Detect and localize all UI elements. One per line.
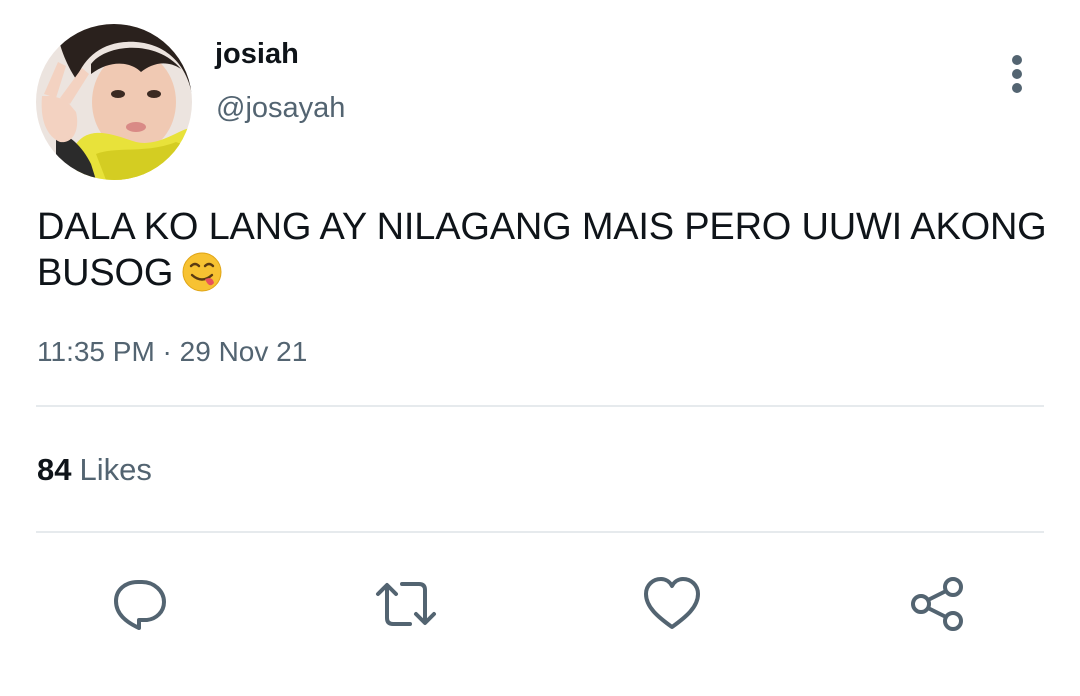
avatar[interactable] (36, 24, 192, 180)
divider (36, 405, 1044, 407)
share-button[interactable] (907, 572, 971, 636)
reply-icon (114, 580, 166, 630)
heart-icon (644, 577, 700, 629)
more-vertical-icon (1012, 55, 1022, 93)
face-savoring-food-emoji-icon (181, 251, 223, 293)
user-handle[interactable]: @josayah (216, 92, 345, 125)
likes-stat[interactable]: 84 Likes (37, 452, 152, 488)
tweet-timestamp[interactable]: 11:35 PM · 29 Nov 21 (37, 336, 307, 368)
avatar-photo-icon (36, 24, 192, 180)
divider (36, 531, 1044, 533)
likes-label: Likes (79, 452, 152, 487)
reply-button[interactable] (108, 572, 172, 636)
retweet-button[interactable] (374, 572, 438, 636)
tweet-card: josiah @josayah DALA KO LANG AY NILAGANG… (0, 0, 1080, 696)
like-button[interactable] (640, 572, 704, 636)
likes-count: 84 (37, 452, 72, 487)
display-name[interactable]: josiah (215, 38, 299, 71)
tweet-text: DALA KO LANG AY NILAGANG MAIS PERO UUWI … (37, 204, 1047, 296)
retweet-icon (376, 582, 436, 626)
share-icon (911, 577, 963, 631)
more-options-button[interactable] (996, 52, 1040, 96)
